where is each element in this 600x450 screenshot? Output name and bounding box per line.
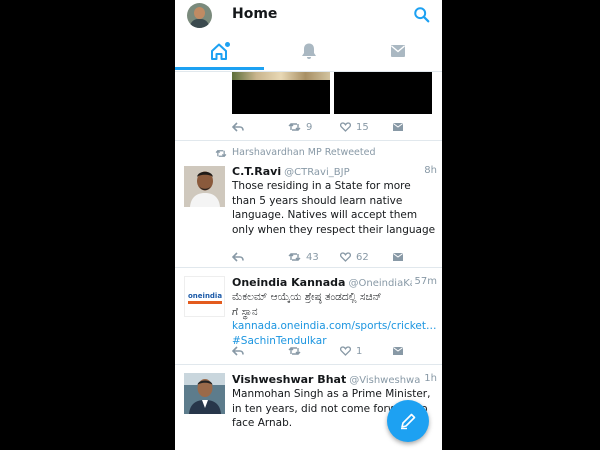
retweet-icon [288,347,301,355]
profile-avatar[interactable] [187,3,212,28]
envelope-icon [390,45,405,57]
avatar[interactable] [184,166,225,207]
tweet[interactable]: oneindia Oneindia Kannada @OneindiaKan...… [175,268,442,364]
author-name[interactable]: Oneindia Kannada [232,276,345,289]
timeline-feed[interactable]: 9 15 Harshavardhan MP Retweeted C.T.Ravi… [175,72,442,450]
tab-bar [175,32,442,72]
message-button[interactable] [392,120,404,134]
reply-icon [232,252,244,262]
reply-button[interactable] [232,344,244,358]
author-name[interactable]: C.T.Ravi [232,165,281,178]
envelope-icon [393,123,403,131]
media-image-2[interactable] [334,72,432,114]
active-tab-indicator [175,67,264,70]
media-image-1[interactable] [232,72,330,114]
search-icon[interactable] [413,6,431,24]
avatar[interactable] [184,373,225,414]
tweet-text-line: ಗೆ ಸ್ಥಾನ [232,305,258,318]
retweet-icon [288,253,301,261]
tab-notifications[interactable] [264,32,353,70]
reply-icon [232,122,244,132]
retweet-icon [215,149,227,158]
retweet-button[interactable] [288,344,306,358]
tweet-media[interactable] [232,72,442,114]
like-button[interactable]: 62 [340,250,369,264]
top-bar: Home [175,0,442,72]
tab-home[interactable] [175,32,264,70]
like-count: 15 [356,121,369,133]
page-title: Home [232,6,278,22]
tweet-timestamp: 57m [411,276,437,287]
retweet-count: 43 [306,251,319,263]
tweet[interactable]: Harshavardhan MP Retweeted C.T.Ravi @CTRa… [175,141,442,267]
tweet-header: Vishweshwar Bhat @VishweshwarB... 1h [232,373,437,387]
author-name[interactable]: Vishweshwar Bhat [232,373,346,386]
heart-icon [340,122,351,132]
tweet-actions: 9 15 [232,120,432,134]
heart-icon [340,252,351,262]
avatar-logo-text: oneindia [188,292,223,300]
tweet-actions: 1 [232,344,432,358]
tweet-text: ಮೆಕಲಮ್ ಆಯ್ಕೆಯ ಶ್ರೇಷ್ಠ ತಂಡದಲ್ಲಿ ಸಚಿನ್ ಗೆ … [232,290,437,348]
tweet-link[interactable]: kannada.oneindia.com/sports/cricket… [232,320,437,332]
reply-button[interactable] [232,250,244,264]
tweet-header: C.T.Ravi @CTRavi_BJP 8h [232,165,437,179]
compose-icon [401,413,416,430]
retweet-count: 9 [306,121,313,133]
tweet-text: Those residing in a State for more than … [232,180,436,236]
tweet-header: Oneindia Kannada @OneindiaKan... 57m [232,276,437,290]
author-handle[interactable]: @CTRavi_BJP [284,167,349,178]
envelope-icon [393,347,403,355]
message-button[interactable] [392,250,404,264]
envelope-icon [393,253,403,261]
like-button[interactable]: 1 [340,344,362,358]
tweet-timestamp: 8h [421,165,437,176]
retweet-button[interactable]: 9 [288,120,312,134]
retweet-icon [288,123,301,131]
like-count: 62 [356,251,369,263]
retweet-button[interactable]: 43 [288,250,319,264]
tweet-text-line: ಮೆಕಲಮ್ ಆಯ್ಕೆಯ ಶ್ರೇಷ್ಠ ತಂಡದಲ್ಲಿ ಸಚಿನ್ [232,291,382,303]
heart-icon [340,346,351,356]
home-icon [210,42,230,60]
tweet-actions: 43 62 [232,250,432,264]
message-button[interactable] [392,344,404,358]
reply-button[interactable] [232,120,244,134]
retweeted-by[interactable]: Harshavardhan MP Retweeted [232,147,376,158]
tab-messages[interactable] [353,32,442,70]
bell-icon [301,43,316,59]
avatar[interactable]: oneindia [184,276,225,317]
app-screen: Home 9 15 Harshavardhan MP Retweeted C.T… [175,0,442,450]
compose-tweet-button[interactable] [387,400,429,442]
reply-icon [232,346,244,356]
tweet-timestamp: 1h [421,373,437,384]
like-count: 1 [356,345,363,357]
like-button[interactable]: 15 [340,120,369,134]
